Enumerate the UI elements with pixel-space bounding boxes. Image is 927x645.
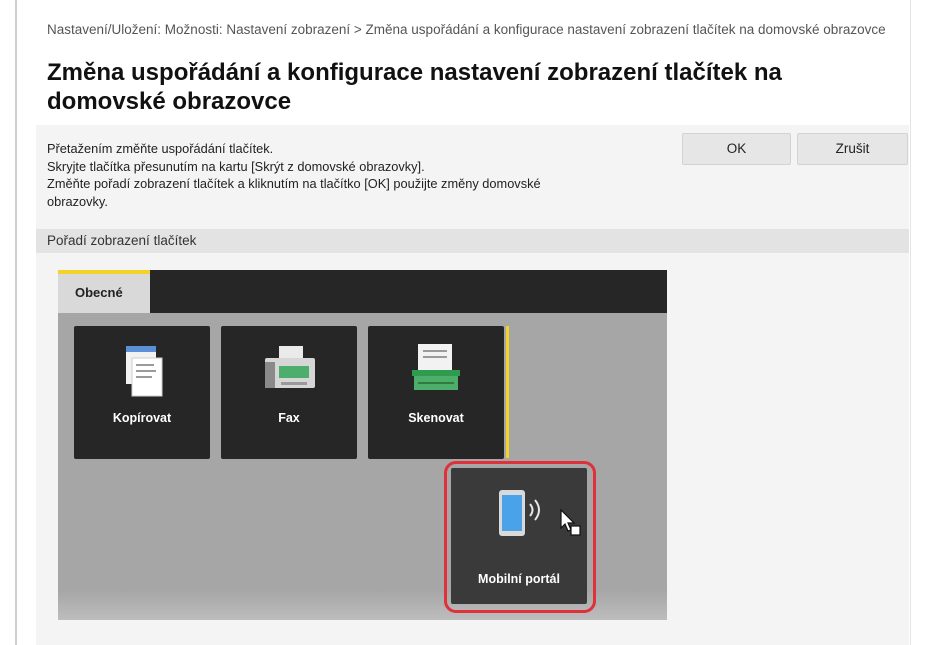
drop-position-marker <box>506 326 509 458</box>
page-title: Změna uspořádání a konfigurace nastavení… <box>47 59 782 115</box>
tile-label: Mobilní portál <box>478 572 560 586</box>
tile-copy[interactable]: Kopírovat <box>74 326 210 459</box>
tile-label: Kopírovat <box>112 411 172 425</box>
description-line: Přetažením změňte uspořádání tlačítek. <box>47 141 274 156</box>
drag-cursor-icon <box>559 508 583 543</box>
copy-icon <box>74 340 210 398</box>
description-line: Skryjte tlačítka přesunutím na kartu [Sk… <box>47 158 425 174</box>
left-border <box>15 0 17 645</box>
tab-general[interactable]: Obecné <box>58 270 150 313</box>
description-line: obrazovky. <box>47 193 108 209</box>
tile-scan[interactable]: Skenovat <box>368 326 504 459</box>
tile-label: Fax <box>278 411 300 425</box>
right-border <box>910 0 911 645</box>
tile-fax[interactable]: Fax <box>221 326 357 459</box>
section-label: Pořadí zobrazení tlačítek <box>47 233 197 248</box>
page: Nastavení/Uložení: Možnosti: Nastavení z… <box>0 0 927 645</box>
description: Přetažením změňte uspořádání tlačítek. S… <box>47 140 667 210</box>
tile-label: Skenovat <box>408 411 464 425</box>
cancel-button[interactable]: Zrušit <box>797 133 908 165</box>
description-line: Změňte pořadí zobrazení tlačítek a klikn… <box>47 176 541 192</box>
section-header: Pořadí zobrazení tlačítek <box>36 229 909 253</box>
ok-button[interactable]: OK <box>682 133 791 165</box>
fax-icon <box>221 340 357 398</box>
scan-icon <box>368 340 504 398</box>
tab-bar: Obecné <box>58 270 667 313</box>
breadcrumb: Nastavení/Uložení: Možnosti: Nastavení z… <box>47 22 886 37</box>
